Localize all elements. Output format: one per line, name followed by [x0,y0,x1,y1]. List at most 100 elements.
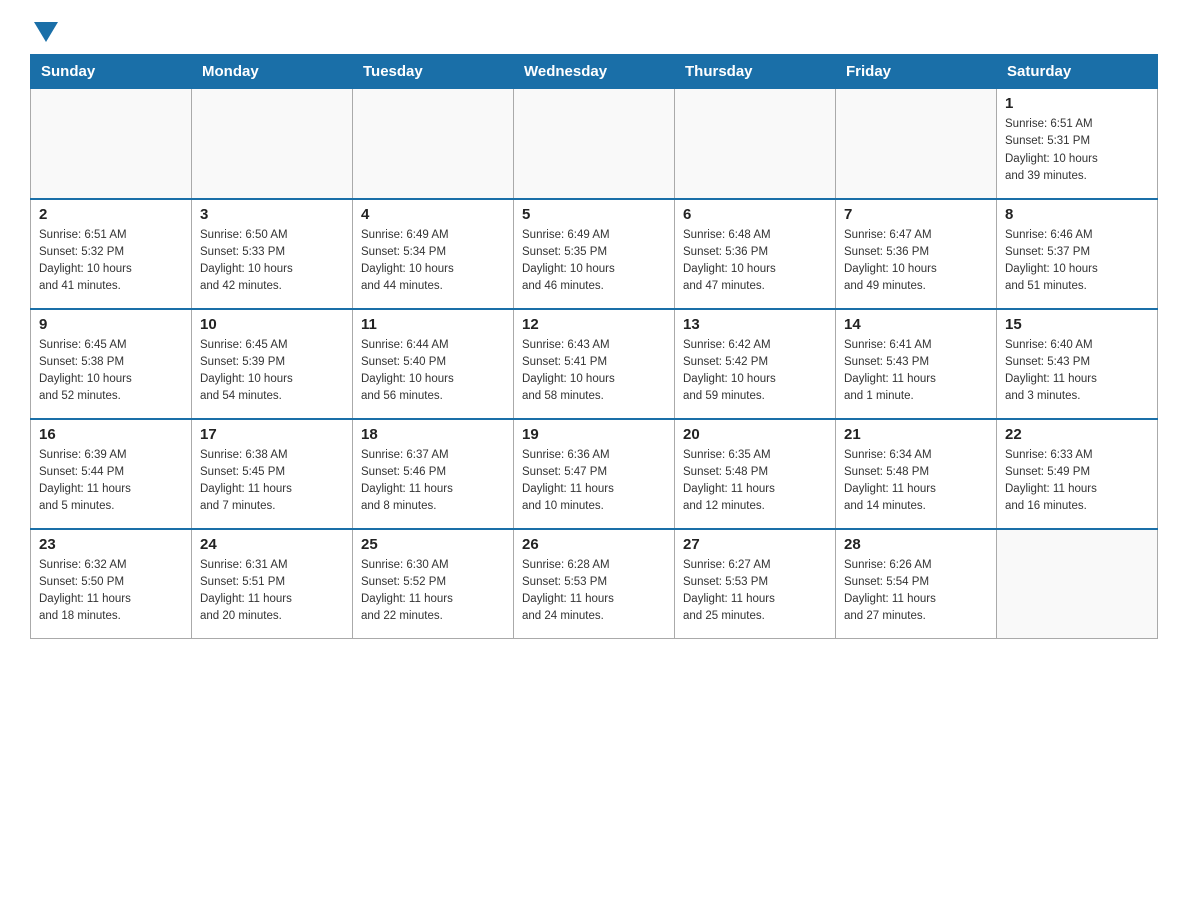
day-number: 27 [683,536,827,553]
calendar-cell: 25 Sunrise: 6:30 AM Sunset: 5:52 PM Dayli… [353,529,514,639]
day-info: Sunrise: 6:31 AM Sunset: 5:51 PM Dayligh… [200,557,344,626]
calendar-cell: 23 Sunrise: 6:32 AM Sunset: 5:50 PM Dayli… [31,529,192,639]
calendar-cell: 15 Sunrise: 6:40 AM Sunset: 5:43 PM Dayli… [997,309,1158,419]
day-number: 17 [200,426,344,443]
calendar-cell: 9 Sunrise: 6:45 AM Sunset: 5:38 PM Daylig… [31,309,192,419]
day-info: Sunrise: 6:49 AM Sunset: 5:34 PM Dayligh… [361,227,505,296]
calendar-cell: 16 Sunrise: 6:39 AM Sunset: 5:44 PM Dayli… [31,419,192,529]
day-number: 24 [200,536,344,553]
calendar-cell: 20 Sunrise: 6:35 AM Sunset: 5:48 PM Dayli… [675,419,836,529]
week-row-4: 16 Sunrise: 6:39 AM Sunset: 5:44 PM Dayli… [31,419,1158,529]
calendar-cell: 14 Sunrise: 6:41 AM Sunset: 5:43 PM Dayli… [836,309,997,419]
day-info: Sunrise: 6:30 AM Sunset: 5:52 PM Dayligh… [361,557,505,626]
day-number: 11 [361,316,505,333]
day-info: Sunrise: 6:27 AM Sunset: 5:53 PM Dayligh… [683,557,827,626]
week-row-2: 2 Sunrise: 6:51 AM Sunset: 5:32 PM Daylig… [31,199,1158,309]
calendar-cell: 22 Sunrise: 6:33 AM Sunset: 5:49 PM Dayli… [997,419,1158,529]
day-number: 5 [522,206,666,223]
day-number: 20 [683,426,827,443]
day-number: 22 [1005,426,1149,443]
week-row-1: 1 Sunrise: 6:51 AM Sunset: 5:31 PM Daylig… [31,89,1158,199]
weekday-header-monday: Monday [192,55,353,89]
day-info: Sunrise: 6:32 AM Sunset: 5:50 PM Dayligh… [39,557,183,626]
weekday-header-wednesday: Wednesday [514,55,675,89]
calendar-cell: 18 Sunrise: 6:37 AM Sunset: 5:46 PM Dayli… [353,419,514,529]
day-number: 8 [1005,206,1149,223]
day-info: Sunrise: 6:33 AM Sunset: 5:49 PM Dayligh… [1005,447,1149,516]
weekday-header-saturday: Saturday [997,55,1158,89]
calendar-body: 1 Sunrise: 6:51 AM Sunset: 5:31 PM Daylig… [31,89,1158,639]
day-info: Sunrise: 6:51 AM Sunset: 5:32 PM Dayligh… [39,227,183,296]
day-info: Sunrise: 6:28 AM Sunset: 5:53 PM Dayligh… [522,557,666,626]
day-number: 19 [522,426,666,443]
day-info: Sunrise: 6:42 AM Sunset: 5:42 PM Dayligh… [683,337,827,406]
calendar-cell [997,529,1158,639]
day-info: Sunrise: 6:45 AM Sunset: 5:38 PM Dayligh… [39,337,183,406]
calendar-cell: 12 Sunrise: 6:43 AM Sunset: 5:41 PM Dayli… [514,309,675,419]
week-row-5: 23 Sunrise: 6:32 AM Sunset: 5:50 PM Dayli… [31,529,1158,639]
day-number: 6 [683,206,827,223]
weekday-header-tuesday: Tuesday [353,55,514,89]
calendar-cell: 1 Sunrise: 6:51 AM Sunset: 5:31 PM Daylig… [997,89,1158,199]
day-number: 28 [844,536,988,553]
weekday-header-row: SundayMondayTuesdayWednesdayThursdayFrid… [31,55,1158,89]
logo-triangle-icon [34,22,58,42]
calendar-cell: 8 Sunrise: 6:46 AM Sunset: 5:37 PM Daylig… [997,199,1158,309]
calendar-cell: 11Sunrise: 6:44 AM Sunset: 5:40 PM Dayli… [353,309,514,419]
day-info: Sunrise: 6:26 AM Sunset: 5:54 PM Dayligh… [844,557,988,626]
calendar-cell [192,89,353,199]
day-number: 2 [39,206,183,223]
day-info: Sunrise: 6:40 AM Sunset: 5:43 PM Dayligh… [1005,337,1149,406]
day-info: Sunrise: 6:34 AM Sunset: 5:48 PM Dayligh… [844,447,988,516]
calendar-cell [353,89,514,199]
calendar-cell: 17 Sunrise: 6:38 AM Sunset: 5:45 PM Dayli… [192,419,353,529]
calendar-cell: 10 Sunrise: 6:45 AM Sunset: 5:39 PM Dayli… [192,309,353,419]
calendar-header: SundayMondayTuesdayWednesdayThursdayFrid… [31,55,1158,89]
day-number: 25 [361,536,505,553]
day-info: Sunrise: 6:46 AM Sunset: 5:37 PM Dayligh… [1005,227,1149,296]
calendar-cell: 4 Sunrise: 6:49 AM Sunset: 5:34 PM Daylig… [353,199,514,309]
week-row-3: 9 Sunrise: 6:45 AM Sunset: 5:38 PM Daylig… [31,309,1158,419]
weekday-header-sunday: Sunday [31,55,192,89]
calendar-cell: 24 Sunrise: 6:31 AM Sunset: 5:51 PM Dayli… [192,529,353,639]
day-info: Sunrise: 6:51 AM Sunset: 5:31 PM Dayligh… [1005,116,1149,185]
day-info: Sunrise: 6:45 AM Sunset: 5:39 PM Dayligh… [200,337,344,406]
calendar-cell: 2 Sunrise: 6:51 AM Sunset: 5:32 PM Daylig… [31,199,192,309]
calendar-cell: 3Sunrise: 6:50 AM Sunset: 5:33 PM Daylig… [192,199,353,309]
calendar-cell [31,89,192,199]
day-number: 4 [361,206,505,223]
day-info: Sunrise: 6:39 AM Sunset: 5:44 PM Dayligh… [39,447,183,516]
calendar-cell: 5 Sunrise: 6:49 AM Sunset: 5:35 PM Daylig… [514,199,675,309]
day-info: Sunrise: 6:38 AM Sunset: 5:45 PM Dayligh… [200,447,344,516]
day-info: Sunrise: 6:35 AM Sunset: 5:48 PM Dayligh… [683,447,827,516]
day-info: Sunrise: 6:36 AM Sunset: 5:47 PM Dayligh… [522,447,666,516]
day-info: Sunrise: 6:41 AM Sunset: 5:43 PM Dayligh… [844,337,988,406]
calendar-cell: 28 Sunrise: 6:26 AM Sunset: 5:54 PM Dayli… [836,529,997,639]
day-number: 23 [39,536,183,553]
day-number: 18 [361,426,505,443]
page-header [30,20,1158,38]
day-info: Sunrise: 6:49 AM Sunset: 5:35 PM Dayligh… [522,227,666,296]
day-number: 9 [39,316,183,333]
weekday-header-friday: Friday [836,55,997,89]
calendar-cell: 27 Sunrise: 6:27 AM Sunset: 5:53 PM Dayli… [675,529,836,639]
day-info: Sunrise: 6:43 AM Sunset: 5:41 PM Dayligh… [522,337,666,406]
day-number: 26 [522,536,666,553]
day-number: 14 [844,316,988,333]
day-number: 16 [39,426,183,443]
calendar-cell [514,89,675,199]
day-info: Sunrise: 6:48 AM Sunset: 5:36 PM Dayligh… [683,227,827,296]
day-number: 7 [844,206,988,223]
calendar-cell: 19 Sunrise: 6:36 AM Sunset: 5:47 PM Dayli… [514,419,675,529]
calendar-cell: 6 Sunrise: 6:48 AM Sunset: 5:36 PM Daylig… [675,199,836,309]
calendar-cell: 26 Sunrise: 6:28 AM Sunset: 5:53 PM Dayli… [514,529,675,639]
day-number: 10 [200,316,344,333]
calendar-cell: 13 Sunrise: 6:42 AM Sunset: 5:42 PM Dayli… [675,309,836,419]
day-info: Sunrise: 6:47 AM Sunset: 5:36 PM Dayligh… [844,227,988,296]
day-number: 12 [522,316,666,333]
day-number: 1 [1005,95,1149,112]
day-info: Sunrise: 6:37 AM Sunset: 5:46 PM Dayligh… [361,447,505,516]
day-number: 13 [683,316,827,333]
day-number: 15 [1005,316,1149,333]
day-info: Sunrise: 6:50 AM Sunset: 5:33 PM Dayligh… [200,227,344,296]
